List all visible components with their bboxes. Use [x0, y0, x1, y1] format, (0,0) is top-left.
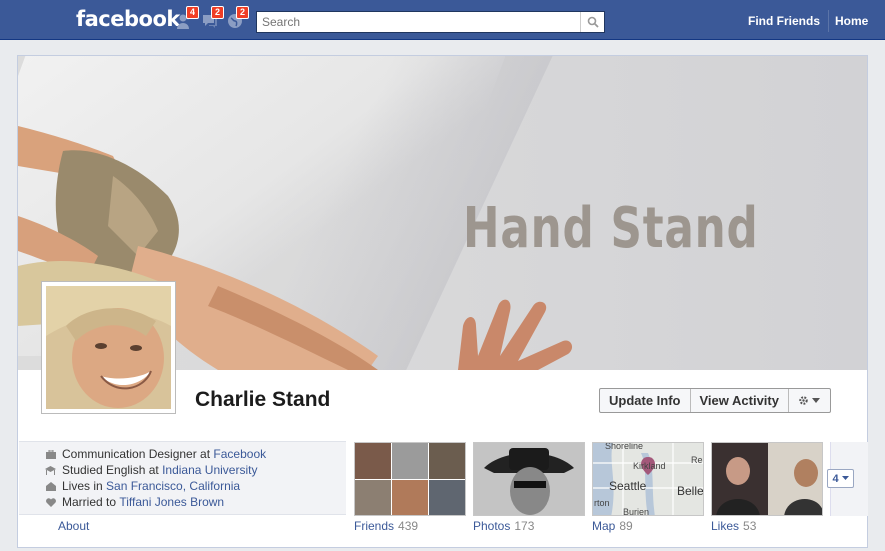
map-city-label: Belle	[677, 484, 704, 498]
profile-picture[interactable]	[41, 281, 176, 414]
notifications-jewel[interactable]: 2	[226, 6, 250, 30]
map-city-label: Seattle	[609, 479, 647, 493]
chevron-down-icon	[841, 476, 849, 480]
map-count: 89	[619, 519, 633, 533]
map-tile[interactable]: Shoreline Kirkland Re Seattle Belle rton…	[592, 442, 704, 516]
likes-tile[interactable]	[711, 442, 823, 516]
friend-thumbnail	[355, 443, 391, 479]
friends-label[interactable]: Friends 439	[354, 519, 418, 533]
spouse-link[interactable]: Tiffani Jones Brown	[119, 495, 224, 509]
education-info: Studied English at Indiana University	[45, 462, 346, 478]
school-icon	[45, 465, 56, 475]
view-activity-button[interactable]: View Activity	[691, 389, 789, 412]
work-info: Communication Designer at Facebook	[45, 446, 346, 462]
home-icon	[45, 481, 56, 491]
friends-tile[interactable]	[354, 442, 466, 516]
home-link[interactable]: Home	[835, 14, 868, 28]
messages-jewel[interactable]: 2	[201, 6, 225, 30]
friends-count: 439	[398, 519, 419, 533]
heart-icon	[45, 497, 56, 507]
top-navigation-bar: facebook 4 2 2 Find Friends Home	[0, 0, 885, 40]
likes-label[interactable]: Likes 53	[711, 519, 756, 533]
more-apps-button[interactable]: 4	[827, 469, 854, 488]
profile-actions: Update Info View Activity	[599, 388, 831, 413]
map-place-label: Re	[691, 455, 703, 465]
about-link[interactable]: About	[58, 519, 89, 533]
friend-thumbnail	[392, 443, 428, 479]
workplace-link[interactable]: Facebook	[213, 447, 266, 461]
likes-thumbnail	[712, 443, 822, 515]
map-label[interactable]: Map 89	[592, 519, 633, 533]
friend-thumbnail	[355, 479, 391, 515]
gear-icon	[799, 396, 809, 405]
friend-thumbnail	[429, 443, 465, 479]
relationship-info: Married to Tiffani Jones Brown	[45, 494, 346, 510]
likes-count: 53	[743, 519, 757, 533]
photos-label[interactable]: Photos 173	[473, 519, 534, 533]
update-info-button[interactable]: Update Info	[600, 389, 691, 412]
friend-thumbnail	[429, 479, 465, 515]
friend-thumbnail	[392, 479, 428, 515]
friend-requests-badge: 4	[186, 6, 200, 19]
profile-name: Charlie Stand	[195, 388, 331, 411]
find-friends-link[interactable]: Find Friends	[748, 14, 820, 28]
messages-badge: 2	[211, 6, 225, 19]
facebook-logo[interactable]: facebook	[76, 7, 180, 31]
notifications-badge: 2	[236, 6, 250, 19]
chevron-down-icon	[812, 397, 821, 403]
search-icon	[587, 16, 599, 28]
profile-face-image	[46, 286, 171, 409]
location-info: Lives in San Francisco, California	[45, 478, 346, 494]
photos-tile[interactable]	[473, 442, 585, 516]
map-place-label: rton	[594, 498, 610, 508]
search-button[interactable]	[580, 12, 604, 32]
photo-thumbnail	[474, 443, 584, 515]
search-box	[256, 11, 605, 33]
map-place-label: Burien	[623, 507, 650, 516]
nav-divider	[828, 10, 829, 32]
briefcase-icon	[45, 449, 56, 459]
profile-info-summary: Communication Designer at Facebook Studi…	[19, 441, 346, 515]
search-input[interactable]	[257, 12, 577, 32]
map-place-label: Shoreline	[605, 442, 644, 451]
photos-count: 173	[514, 519, 535, 533]
map-place-label: Kirkland	[633, 461, 666, 471]
friend-requests-jewel[interactable]: 4	[176, 6, 200, 30]
city-link[interactable]: San Francisco, California	[106, 479, 240, 493]
settings-dropdown-button[interactable]	[789, 389, 830, 412]
cover-title-text: Hand Stand	[463, 196, 759, 261]
school-link[interactable]: Indiana University	[162, 463, 257, 477]
timeline-card: Hand Stand Charlie Stand Update Info Vie…	[17, 55, 868, 548]
